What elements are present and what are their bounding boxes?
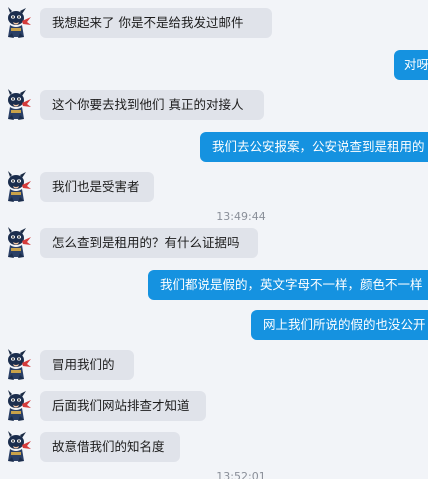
message-row: 对呀 [0,48,428,82]
ninja-cat-avatar-icon[interactable] [2,349,32,381]
message-row: 我们都说是假的，英文字母不一样，颜色不一样 [0,268,428,302]
incoming-message-bubble[interactable]: 我们也是受害者 [40,172,154,202]
incoming-message-bubble[interactable]: 故意借我们的知名度 [40,432,180,462]
chat-message-list[interactable]: 我想起来了 你是不是给我发过邮件 对呀 这个你要去找到他们 真正的对接人 我们去… [0,0,428,479]
timestamp: 13:52:01 [216,470,266,479]
message-row: 后面我们网站排查才知道 [0,389,428,423]
message-row: 我想起来了 你是不是给我发过邮件 [0,6,428,40]
ninja-cat-avatar-icon[interactable] [2,171,32,203]
message-row: 我们去公安报案，公安说查到是租用的 [0,130,428,164]
message-row: 网上我们所说的假的也没公开 [0,308,428,342]
message-row: 冒用我们的 [0,348,428,382]
ninja-cat-avatar-icon[interactable] [2,431,32,463]
message-row: 故意借我们的知名度 [0,430,428,464]
incoming-message-bubble[interactable]: 这个你要去找到他们 真正的对接人 [40,90,264,120]
incoming-message-bubble[interactable]: 怎么查到是租用的？有什么证据吗 [40,228,258,258]
outgoing-message-bubble[interactable]: 对呀 [394,50,428,80]
message-row: 我们也是受害者 [0,170,428,204]
ninja-cat-avatar-icon[interactable] [2,390,32,422]
incoming-message-bubble[interactable]: 我想起来了 你是不是给我发过邮件 [40,8,272,38]
timestamp: 13:49:44 [216,210,266,223]
outgoing-message-bubble[interactable]: 网上我们所说的假的也没公开 [251,310,428,340]
incoming-message-bubble[interactable]: 冒用我们的 [40,350,134,380]
ninja-cat-avatar-icon[interactable] [2,89,32,121]
ninja-cat-avatar-icon[interactable] [2,227,32,259]
outgoing-message-bubble[interactable]: 我们都说是假的，英文字母不一样，颜色不一样 [148,270,428,300]
message-row: 这个你要去找到他们 真正的对接人 [0,88,428,122]
ninja-cat-avatar-icon[interactable] [2,7,32,39]
outgoing-message-bubble[interactable]: 我们去公安报案，公安说查到是租用的 [200,132,428,162]
message-row: 怎么查到是租用的？有什么证据吗 [0,226,428,260]
incoming-message-bubble[interactable]: 后面我们网站排查才知道 [40,391,206,421]
